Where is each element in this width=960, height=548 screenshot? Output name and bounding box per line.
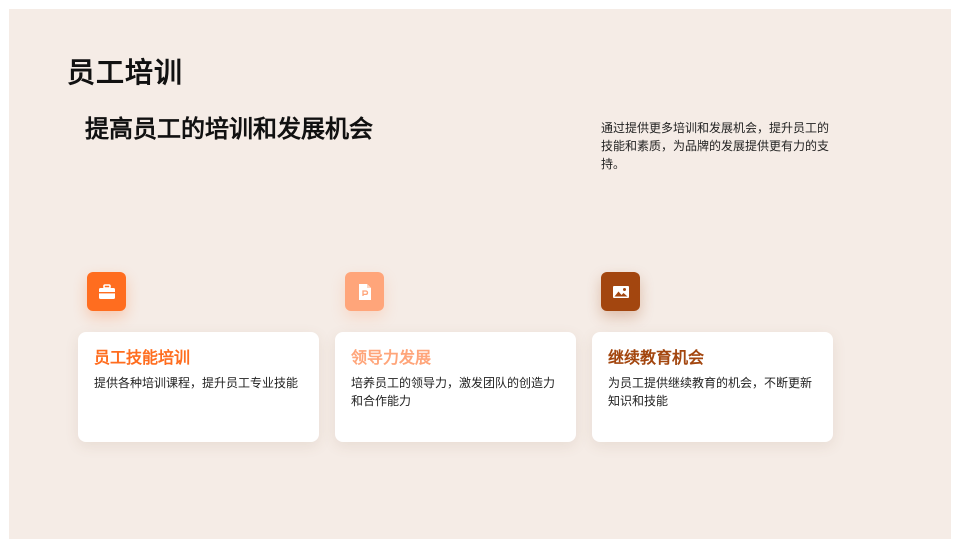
image-icon (601, 272, 640, 311)
card-title: 继续教育机会 (608, 348, 705, 367)
card-title: 员工技能培训 (94, 348, 191, 367)
card-leadership: 领导力发展 培养员工的领导力，激发团队的创造力和合作能力 (335, 332, 576, 442)
card-text: 提供各种培训课程，提升员工专业技能 (94, 376, 299, 390)
card-skills-training: 员工技能培训 提供各种培训课程，提升员工专业技能 (78, 332, 319, 442)
card-text: 培养员工的领导力，激发团队的创造力和合作能力 (351, 376, 556, 408)
briefcase-icon (87, 272, 126, 311)
slide-description: 通过提供更多培训和发展机会，提升员工的技能和素质，为品牌的发展提供更有力的支持。 (601, 121, 830, 171)
card-continuing-education: 继续教育机会 为员工提供继续教育的机会，不断更新知识和技能 (592, 332, 833, 442)
slide: 员工培训 提高员工的培训和发展机会 通过提供更多培训和发展机会，提升员工的技能和… (9, 9, 951, 539)
card-title: 领导力发展 (351, 348, 432, 367)
document-icon (345, 272, 384, 311)
card-text: 为员工提供继续教育的机会，不断更新知识和技能 (608, 376, 813, 408)
page-title: 员工培训 (67, 56, 184, 89)
slide-subtitle: 提高员工的培训和发展机会 (85, 115, 373, 143)
